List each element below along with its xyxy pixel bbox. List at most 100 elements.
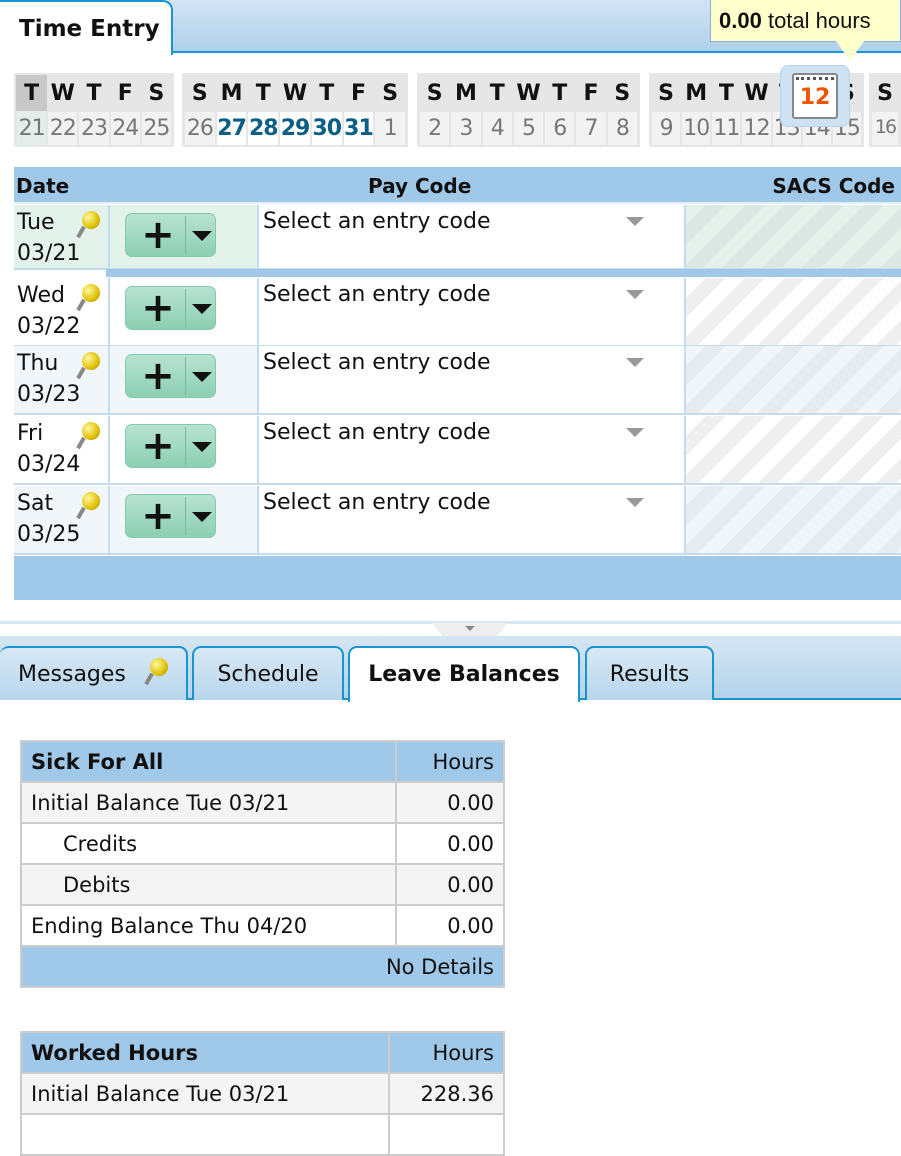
no-details-link[interactable]: No Details (20, 945, 505, 988)
pay-code-select[interactable]: Select an entry code (259, 278, 686, 345)
chevron-down-icon[interactable] (192, 512, 212, 522)
calendar-day[interactable]: W 22 (47, 75, 78, 145)
calendar-day[interactable]: S8 (607, 75, 638, 145)
pin-icon[interactable] (82, 211, 100, 229)
tab-leave-balances[interactable]: Leave Balances (348, 646, 580, 702)
pay-code-select[interactable]: Select an entry code (259, 205, 686, 268)
row-value: 0.00 (395, 822, 505, 865)
calendar-day[interactable]: T 23 (78, 75, 109, 145)
day-number[interactable]: 27 (216, 111, 247, 145)
pay-code-value: Select an entry code (263, 282, 491, 307)
column-header-pay-code: Pay Code (368, 174, 472, 198)
calendar-day[interactable]: T 28 (247, 75, 279, 145)
calendar-day[interactable]: T 21 (16, 75, 48, 145)
splitter-handle[interactable] (432, 623, 508, 637)
date-cell: Wed 03/22 (14, 278, 110, 345)
day-number[interactable]: 21 (17, 111, 47, 145)
calendar-day[interactable]: S 25 (141, 75, 172, 145)
calendar-day[interactable]: M3 (450, 75, 481, 145)
table-row: Tue 03/21 + Select an entry code (14, 205, 901, 270)
day-letter: S (148, 81, 165, 106)
sacs-code-cell (686, 205, 901, 268)
pay-code-select[interactable]: Select an entry code (259, 416, 686, 483)
add-entry-button[interactable]: + (125, 494, 216, 538)
row-label: Ending Balance Thu 04/20 (20, 904, 397, 947)
calendar-day[interactable]: S2 (419, 75, 450, 145)
table-row: Sat 03/25 + Select an entry code (14, 486, 901, 555)
calendar-day[interactable]: T 30 (311, 75, 343, 145)
calendar-day[interactable]: F7 (575, 75, 606, 145)
pin-icon[interactable] (82, 284, 100, 302)
day-number[interactable]: 3 (451, 111, 481, 145)
table-row: Fri 03/24 + Select an entry code (14, 416, 901, 485)
day-number[interactable]: 23 (79, 111, 109, 145)
calendar-day[interactable]: T6 (544, 75, 575, 145)
add-entry-button[interactable]: + (125, 286, 216, 330)
day-number[interactable]: 6 (545, 111, 575, 145)
date-cell: Sat 03/25 (14, 486, 110, 553)
total-hours-label: total hours (767, 8, 871, 33)
day-number[interactable]: 25 (141, 111, 172, 145)
pay-code-select[interactable]: Select an entry code (259, 346, 686, 413)
calendar-day[interactable]: M 10 (681, 75, 711, 145)
chevron-down-icon[interactable] (192, 372, 212, 382)
day-number[interactable]: 24 (110, 111, 140, 145)
calendar-day[interactable]: T 11 (711, 75, 741, 145)
calendar-day[interactable]: T4 (482, 75, 513, 145)
day-number[interactable]: 16 (872, 111, 898, 145)
calendar-day[interactable]: M 27 (216, 75, 248, 145)
pay-code-select[interactable]: Select an entry code (259, 486, 686, 553)
day-number[interactable]: 30 (311, 111, 342, 145)
chevron-down-icon[interactable] (192, 304, 212, 314)
day-number[interactable]: 29 (280, 111, 310, 145)
calendar-day[interactable]: S9 (651, 75, 681, 145)
chevron-down-icon[interactable] (192, 231, 212, 241)
day-number[interactable]: 2 (420, 111, 450, 145)
day-number[interactable]: 10 (682, 111, 711, 145)
calendar-day[interactable]: W 12 (741, 75, 771, 145)
tab-time-entry[interactable]: Time Entry (0, 0, 173, 55)
day-letter: W (282, 81, 308, 106)
row-value: 0.00 (395, 904, 505, 947)
dropdown-arrow-icon (626, 498, 644, 507)
calendar-day[interactable]: F 31 (343, 75, 375, 145)
day-letter: S (191, 81, 208, 106)
row-label: Initial Balance Tue 03/21 (20, 781, 397, 824)
day-number[interactable]: 8 (607, 111, 637, 145)
day-number[interactable]: 26 (185, 111, 215, 145)
add-entry-button[interactable]: + (125, 213, 216, 257)
pin-icon[interactable] (82, 492, 100, 510)
plus-icon: + (131, 215, 186, 255)
calendar-day[interactable]: S 16 (871, 75, 899, 145)
calendar-day[interactable]: W5 (513, 75, 544, 145)
day-number[interactable]: 28 (248, 111, 279, 145)
day-number[interactable]: 1 (375, 111, 406, 145)
tab-messages[interactable]: Messages (0, 646, 188, 700)
day-number[interactable]: 22 (48, 111, 78, 145)
day-number[interactable]: 12 (742, 111, 771, 145)
add-entry-button[interactable]: + (125, 424, 216, 468)
day-number[interactable]: 5 (513, 111, 544, 145)
add-entry-button[interactable]: + (125, 354, 216, 398)
day-number[interactable]: 31 (343, 111, 374, 145)
tab-schedule[interactable]: Schedule (192, 646, 344, 700)
day-letter: W (516, 81, 541, 106)
calendar-day[interactable]: S 26 (184, 75, 216, 145)
tab-results[interactable]: Results (585, 646, 714, 700)
day-number[interactable]: 11 (712, 111, 741, 145)
pin-icon[interactable] (82, 352, 100, 370)
day-number[interactable]: 9 (652, 111, 681, 145)
pin-icon[interactable] (82, 422, 100, 440)
chevron-down-icon[interactable] (192, 442, 212, 452)
calendar-day[interactable]: W 29 (279, 75, 311, 145)
day-number[interactable]: 4 (482, 111, 512, 145)
row-label: Initial Balance Tue 03/21 (20, 1072, 390, 1115)
calendar-day[interactable]: S1 (374, 75, 406, 145)
calendar-day[interactable]: F 24 (110, 75, 141, 145)
day-letter: S (382, 81, 399, 106)
dropdown-arrow-icon (626, 358, 644, 367)
add-cell: + (110, 486, 259, 553)
calendar-icon[interactable]: 12 (780, 65, 850, 127)
day-number[interactable]: 7 (576, 111, 606, 145)
row-value: 228.36 (388, 1072, 505, 1115)
